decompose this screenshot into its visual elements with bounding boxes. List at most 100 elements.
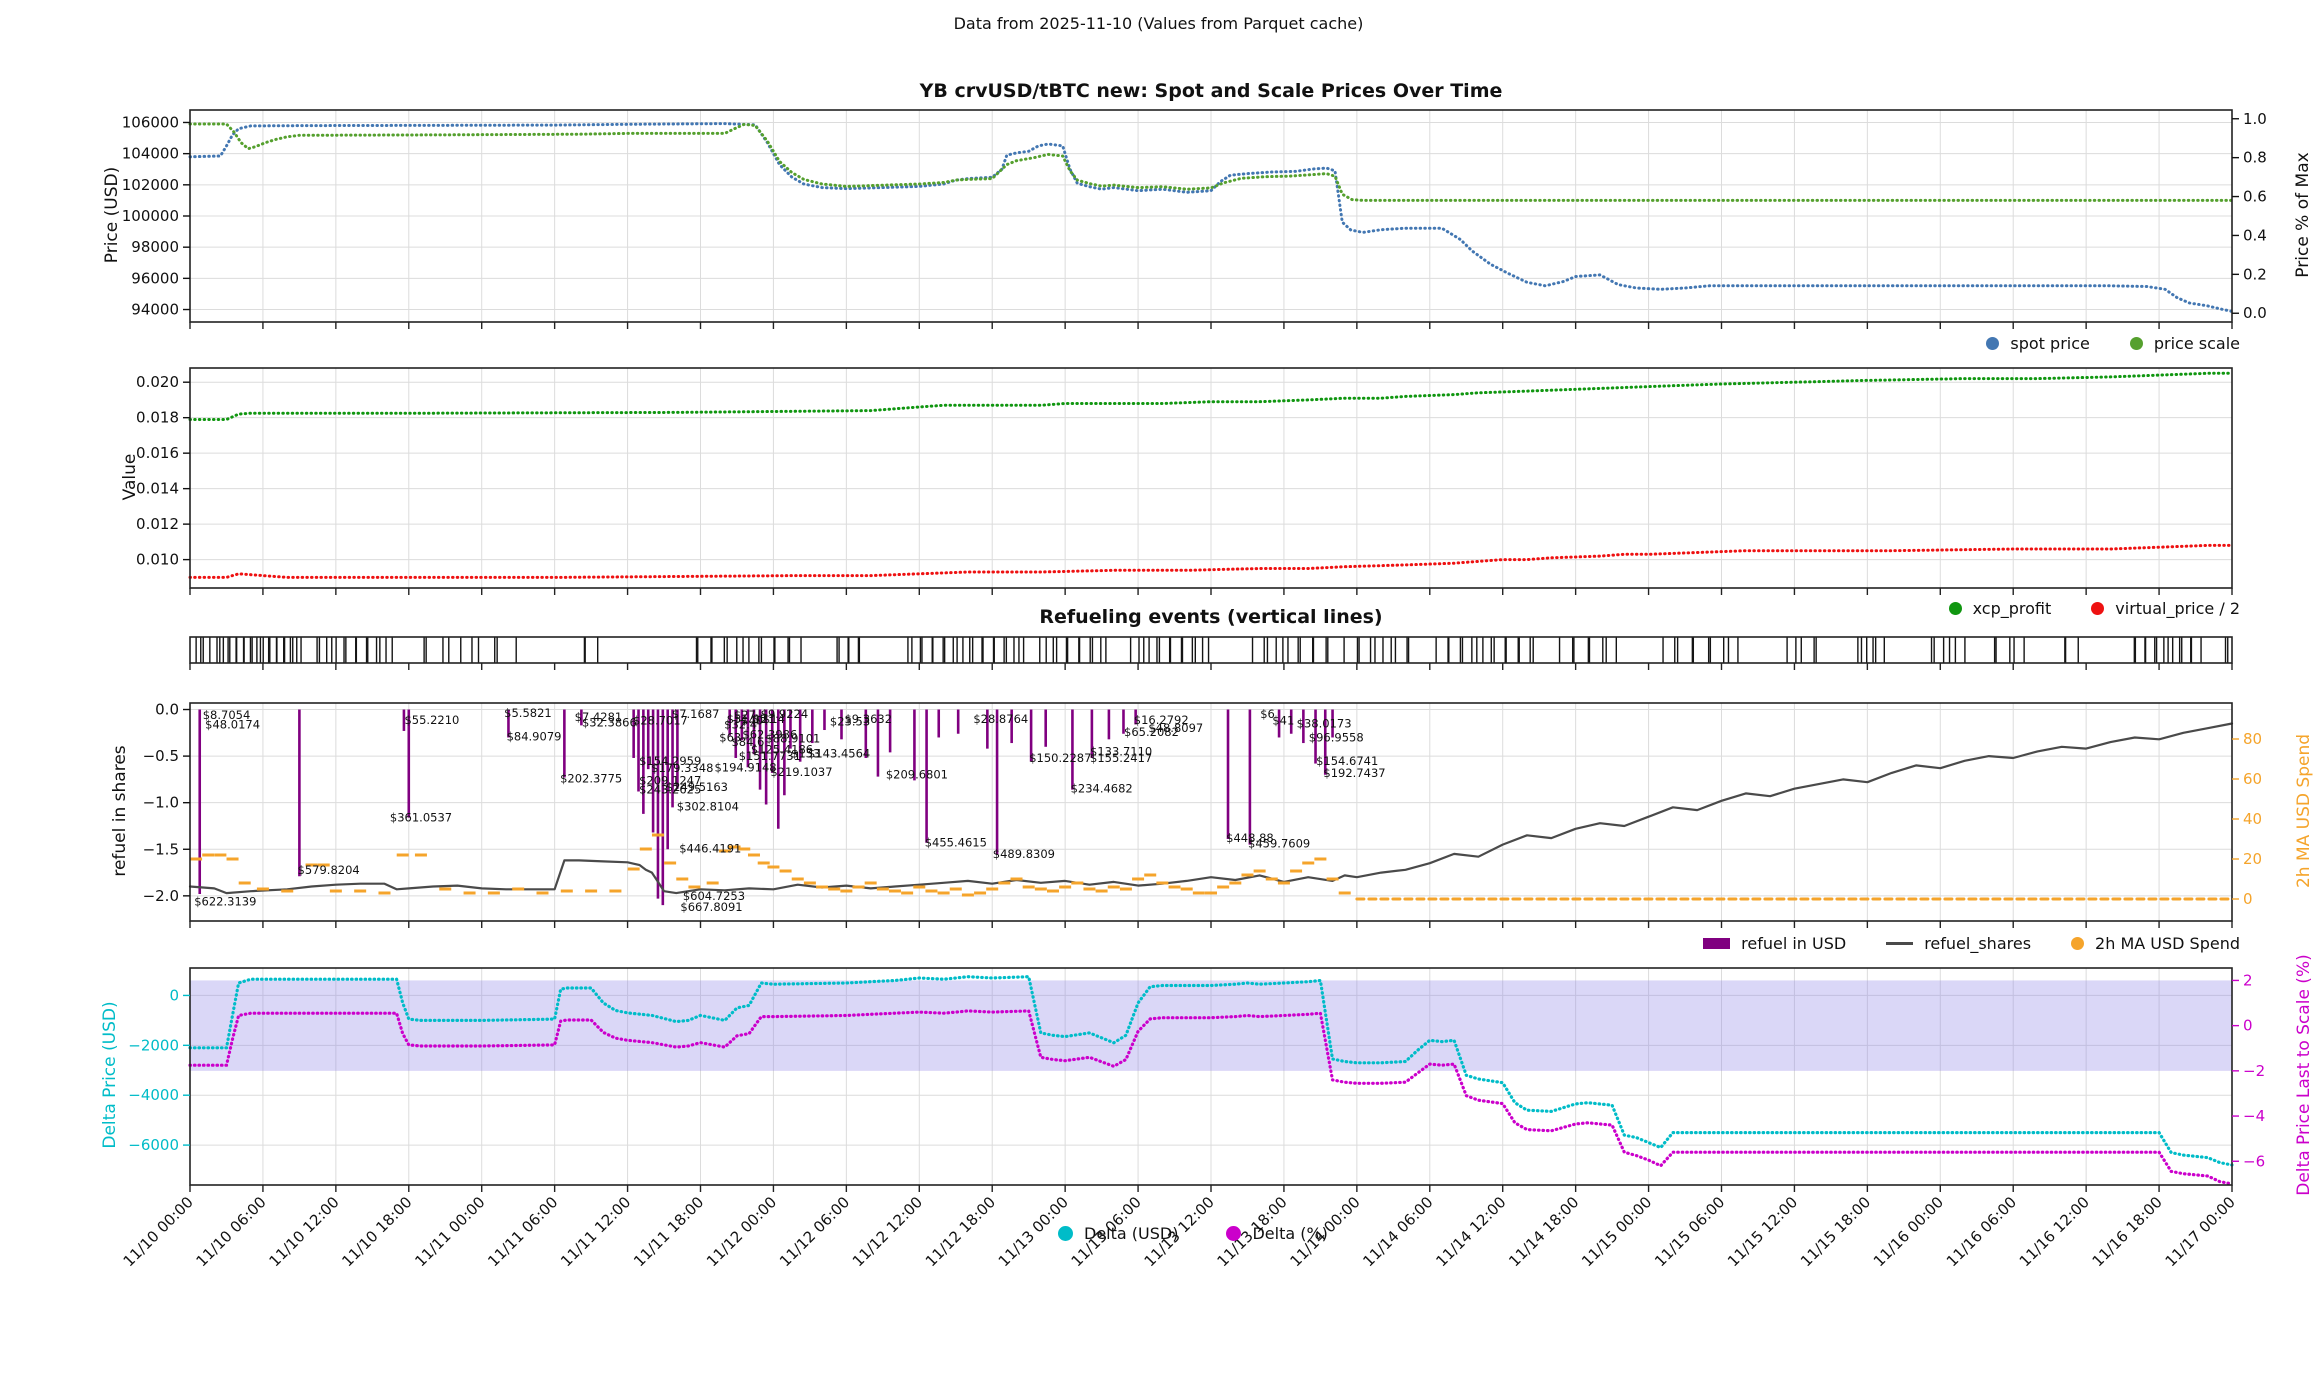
delta-price-chart: 11/10 00:0011/10 06:0011/10 12:0011/10 1… bbox=[120, 967, 2265, 1270]
svg-text:11/11 00:00: 11/11 00:00 bbox=[411, 1193, 488, 1270]
svg-text:0.6: 0.6 bbox=[2243, 188, 2267, 206]
legend-item-refuel-usd: refuel in USD bbox=[1703, 934, 1846, 953]
svg-text:11/10 18:00: 11/10 18:00 bbox=[338, 1193, 415, 1270]
svg-text:11/16 00:00: 11/16 00:00 bbox=[1870, 1193, 1947, 1270]
svg-text:11/14 12:00: 11/14 12:00 bbox=[1432, 1193, 1509, 1270]
svg-text:$249.5163: $249.5163 bbox=[666, 780, 728, 794]
svg-text:11/11 06:00: 11/11 06:00 bbox=[484, 1193, 561, 1270]
svg-text:0.018: 0.018 bbox=[136, 409, 179, 427]
svg-text:11/12 06:00: 11/12 06:00 bbox=[776, 1193, 853, 1270]
svg-text:11/12 18:00: 11/12 18:00 bbox=[922, 1193, 999, 1270]
svg-text:$63: $63 bbox=[719, 730, 741, 744]
svg-text:106000: 106000 bbox=[122, 113, 179, 131]
svg-text:$192.7437: $192.7437 bbox=[1323, 766, 1385, 780]
svg-text:$202.3775: $202.3775 bbox=[560, 771, 622, 785]
svg-text:100000: 100000 bbox=[122, 207, 179, 225]
svg-text:0.8: 0.8 bbox=[2243, 149, 2267, 167]
svg-text:$622.3139: $622.3139 bbox=[194, 894, 256, 908]
svg-text:102000: 102000 bbox=[122, 176, 179, 194]
svg-text:$5.5821: $5.5821 bbox=[504, 706, 552, 720]
svg-text:$38.0173: $38.0173 bbox=[1297, 716, 1352, 730]
refuel-shares-line-icon bbox=[1886, 942, 1914, 945]
svg-text:−0.5: −0.5 bbox=[143, 747, 179, 765]
svg-text:$194.9148: $194.9148 bbox=[714, 760, 776, 774]
legend-label: xcp_profit bbox=[1972, 599, 2052, 618]
svg-text:11/14 06:00: 11/14 06:00 bbox=[1359, 1193, 1436, 1270]
svg-text:11/14 18:00: 11/14 18:00 bbox=[1505, 1193, 1582, 1270]
svg-text:11/15 18:00: 11/15 18:00 bbox=[1797, 1193, 1874, 1270]
legend-value: xcp_profit virtual_price / 2 bbox=[1948, 599, 2240, 618]
legend-item-spot-price: spot price bbox=[1986, 334, 2090, 353]
svg-text:$489.8309: $489.8309 bbox=[993, 847, 1055, 861]
xcp-profit-dot-icon bbox=[1948, 602, 1962, 615]
svg-text:$455.4615: $455.4615 bbox=[925, 836, 987, 850]
legend-item-delta-usd: Delta (USD) bbox=[1058, 1224, 1178, 1243]
legend-item-price-scale: price scale bbox=[2129, 334, 2240, 353]
price-pct-axis-label: Price % of Max bbox=[2293, 152, 2313, 278]
svg-text:$65.2082: $65.2082 bbox=[1124, 725, 1179, 739]
legend-item-xcp-profit: xcp_profit bbox=[1948, 599, 2052, 618]
svg-text:11/10 06:00: 11/10 06:00 bbox=[193, 1193, 270, 1270]
svg-text:$96.9558: $96.9558 bbox=[1309, 730, 1364, 744]
price-usd-axis-label: Price (USD) bbox=[102, 166, 122, 264]
legend-price: spot price price scale bbox=[1986, 334, 2240, 353]
svg-text:11/15 00:00: 11/15 00:00 bbox=[1578, 1193, 1655, 1270]
legend-label: virtual_price / 2 bbox=[2115, 599, 2240, 618]
svg-text:0.020: 0.020 bbox=[136, 373, 179, 391]
svg-text:−1.0: −1.0 bbox=[143, 794, 179, 812]
svg-text:0.0: 0.0 bbox=[2243, 304, 2267, 322]
legend-item-refuel-shares: refuel_shares bbox=[1886, 934, 2031, 953]
virtual-price-dot-icon bbox=[2091, 602, 2105, 615]
svg-text:60: 60 bbox=[2243, 770, 2262, 788]
legend-label: 2h MA USD Spend bbox=[2095, 934, 2240, 953]
svg-text:−4000: −4000 bbox=[128, 1086, 179, 1104]
svg-text:$55.2210: $55.2210 bbox=[404, 713, 459, 727]
svg-text:94000: 94000 bbox=[131, 301, 179, 319]
delta-price-axis-label: Delta Price (USD) bbox=[100, 1001, 120, 1149]
svg-text:−6: −6 bbox=[2243, 1152, 2265, 1170]
svg-text:11/16 06:00: 11/16 06:00 bbox=[1943, 1193, 2020, 1270]
svg-text:11/12 00:00: 11/12 00:00 bbox=[703, 1193, 780, 1270]
svg-text:$41: $41 bbox=[1272, 714, 1294, 728]
svg-text:$219.1037: $219.1037 bbox=[770, 765, 832, 779]
svg-text:−6000: −6000 bbox=[128, 1136, 179, 1154]
svg-text:$302.8104: $302.8104 bbox=[677, 799, 739, 813]
svg-text:11/15 12:00: 11/15 12:00 bbox=[1724, 1193, 1801, 1270]
refuel-chart: $8.7054$48.0174$622.3139$579.8204$55.221… bbox=[143, 701, 2262, 928]
profit-virtual-price-chart: 0.020 0.018 0.016 0.014 0.012 0.010 bbox=[136, 367, 2234, 595]
svg-text:$7.1687: $7.1687 bbox=[672, 707, 720, 721]
legend-label: Delta (USD) bbox=[1084, 1224, 1179, 1243]
svg-text:11/16 12:00: 11/16 12:00 bbox=[2016, 1193, 2093, 1270]
svg-text:−4: −4 bbox=[2243, 1107, 2265, 1125]
refuel-events-title: Refueling events (vertical lines) bbox=[1039, 606, 1383, 628]
svg-text:$446.4191: $446.4191 bbox=[679, 841, 741, 855]
svg-text:0.016: 0.016 bbox=[136, 444, 179, 462]
svg-text:−2000: −2000 bbox=[128, 1036, 179, 1054]
svg-text:96000: 96000 bbox=[131, 269, 179, 287]
svg-text:$23.53: $23.53 bbox=[830, 715, 870, 729]
svg-text:$579.8204: $579.8204 bbox=[298, 863, 360, 877]
svg-text:0.010: 0.010 bbox=[136, 551, 179, 569]
svg-text:$361.0537: $361.0537 bbox=[390, 811, 452, 825]
svg-text:11/11 12:00: 11/11 12:00 bbox=[557, 1193, 634, 1270]
svg-text:20: 20 bbox=[2243, 850, 2262, 868]
svg-text:40: 40 bbox=[2243, 810, 2262, 828]
svg-text:0.0: 0.0 bbox=[155, 701, 179, 719]
legend-label: refuel in USD bbox=[1741, 934, 1847, 953]
legend-label: price scale bbox=[2153, 334, 2240, 353]
svg-text:11/11 18:00: 11/11 18:00 bbox=[630, 1193, 707, 1270]
svg-text:$84.9079: $84.9079 bbox=[507, 730, 562, 744]
svg-text:0: 0 bbox=[169, 986, 179, 1004]
delta-usd-dot-icon bbox=[1058, 1226, 1073, 1241]
legend-label: spot price bbox=[2010, 334, 2090, 353]
svg-text:0: 0 bbox=[2243, 890, 2253, 908]
legend-delta: Delta (USD) Delta (%) bbox=[1058, 1224, 1328, 1243]
svg-text:0.014: 0.014 bbox=[136, 480, 179, 498]
svg-text:11/15 06:00: 11/15 06:00 bbox=[1651, 1193, 1728, 1270]
svg-text:11/10 00:00: 11/10 00:00 bbox=[120, 1193, 197, 1270]
legend-item-usd-spend: 2h MA USD Spend bbox=[2071, 934, 2240, 953]
svg-text:104000: 104000 bbox=[122, 145, 179, 163]
price-scale-dot-icon bbox=[2129, 337, 2143, 350]
svg-text:$9.9224: $9.9224 bbox=[761, 707, 809, 721]
spot-scale-price-chart: 106000 104000 102000 100000 98000 96000 94000 1… bbox=[122, 109, 2267, 329]
